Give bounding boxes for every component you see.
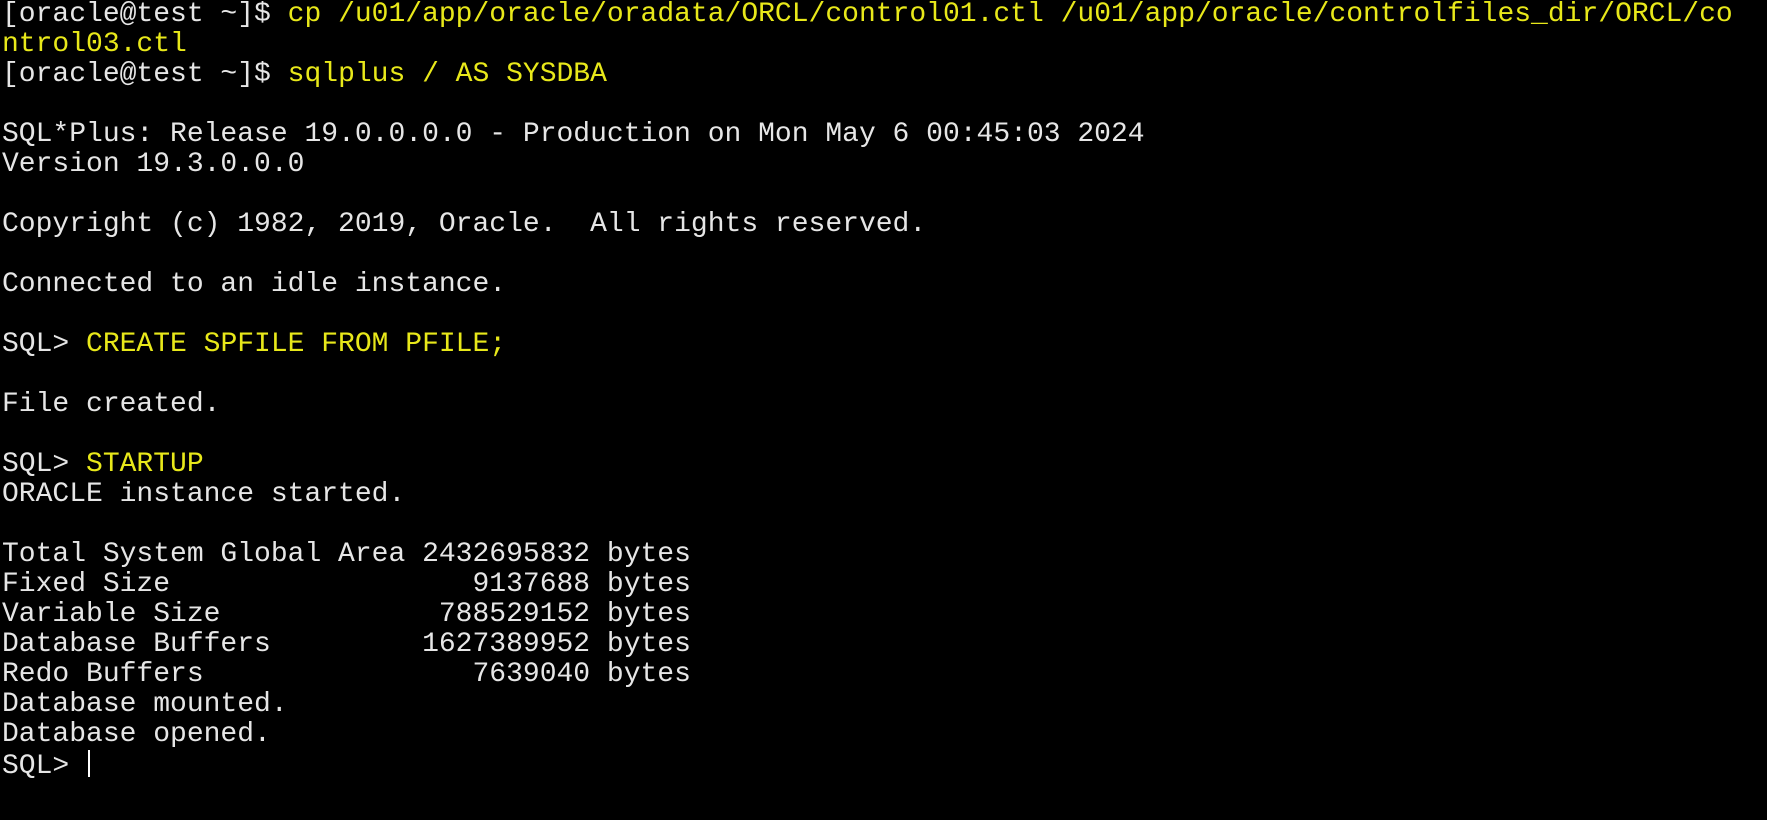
output-line: Redo Buffers 7639040 bytes <box>2 660 1767 690</box>
shell-prompt: SQL> <box>2 449 87 480</box>
output-text: Database opened. <box>2 719 271 750</box>
shell-prompt: [oracle@test ~]$ <box>2 59 288 90</box>
output-line: Version 19.3.0.0.0 <box>2 150 1767 180</box>
output-line: Total System Global Area 2432695832 byte… <box>2 540 1767 570</box>
output-text: ORACLE instance started. <box>2 479 406 510</box>
output-text: Total System Global Area 2432695832 byte… <box>2 539 691 570</box>
text-cursor <box>88 750 91 777</box>
terminal-window[interactable]: [oracle@test ~]$ cp /u01/app/oracle/orad… <box>0 0 1767 820</box>
command-text: ntrol03.ctl <box>2 29 187 60</box>
output-line: Database mounted. <box>2 690 1767 720</box>
output-line: Fixed Size 9137688 bytes <box>2 570 1767 600</box>
output-text: Fixed Size 9137688 bytes <box>2 569 691 600</box>
output-text: SQL*Plus: Release 19.0.0.0.0 - Productio… <box>2 119 1145 150</box>
command-text: CREATE SPFILE FROM PFILE; <box>86 329 507 360</box>
command-line: SQL> CREATE SPFILE FROM PFILE; <box>2 330 1767 360</box>
output-line: ORACLE instance started. <box>2 480 1767 510</box>
shell-prompt: SQL> <box>2 329 87 360</box>
output-line: File created. <box>2 390 1767 420</box>
command-line: ntrol03.ctl <box>2 30 1767 60</box>
command-line: SQL> STARTUP <box>2 450 1767 480</box>
command-text: STARTUP <box>86 449 204 480</box>
output-text: File created. <box>2 389 221 420</box>
terminal-output: [oracle@test ~]$ cp /u01/app/oracle/orad… <box>2 0 1767 750</box>
output-line: SQL*Plus: Release 19.0.0.0.0 - Productio… <box>2 120 1767 150</box>
sql-prompt: SQL> <box>2 751 87 782</box>
output-text: Database Buffers 1627389952 bytes <box>2 629 691 660</box>
output-text: Variable Size 788529152 bytes <box>2 599 691 630</box>
output-text: Redo Buffers 7639040 bytes <box>2 659 691 690</box>
output-line: Variable Size 788529152 bytes <box>2 600 1767 630</box>
command-text: sqlplus / AS SYSDBA <box>287 59 607 90</box>
input-line[interactable]: SQL> <box>2 750 1767 782</box>
output-text: Copyright (c) 1982, 2019, Oracle. All ri… <box>2 209 927 240</box>
output-line: Database opened. <box>2 720 1767 750</box>
command-line: [oracle@test ~]$ sqlplus / AS SYSDBA <box>2 60 1767 90</box>
output-line: Connected to an idle instance. <box>2 270 1767 300</box>
command-line: [oracle@test ~]$ cp /u01/app/oracle/orad… <box>2 0 1767 30</box>
shell-prompt: [oracle@test ~]$ <box>2 0 288 30</box>
output-text: Connected to an idle instance. <box>2 269 507 300</box>
output-line: Database Buffers 1627389952 bytes <box>2 630 1767 660</box>
output-text: Version 19.3.0.0.0 <box>2 149 305 180</box>
output-text: Database mounted. <box>2 689 288 720</box>
command-text: cp /u01/app/oracle/oradata/ORCL/control0… <box>287 0 1733 30</box>
output-line: Copyright (c) 1982, 2019, Oracle. All ri… <box>2 210 1767 240</box>
